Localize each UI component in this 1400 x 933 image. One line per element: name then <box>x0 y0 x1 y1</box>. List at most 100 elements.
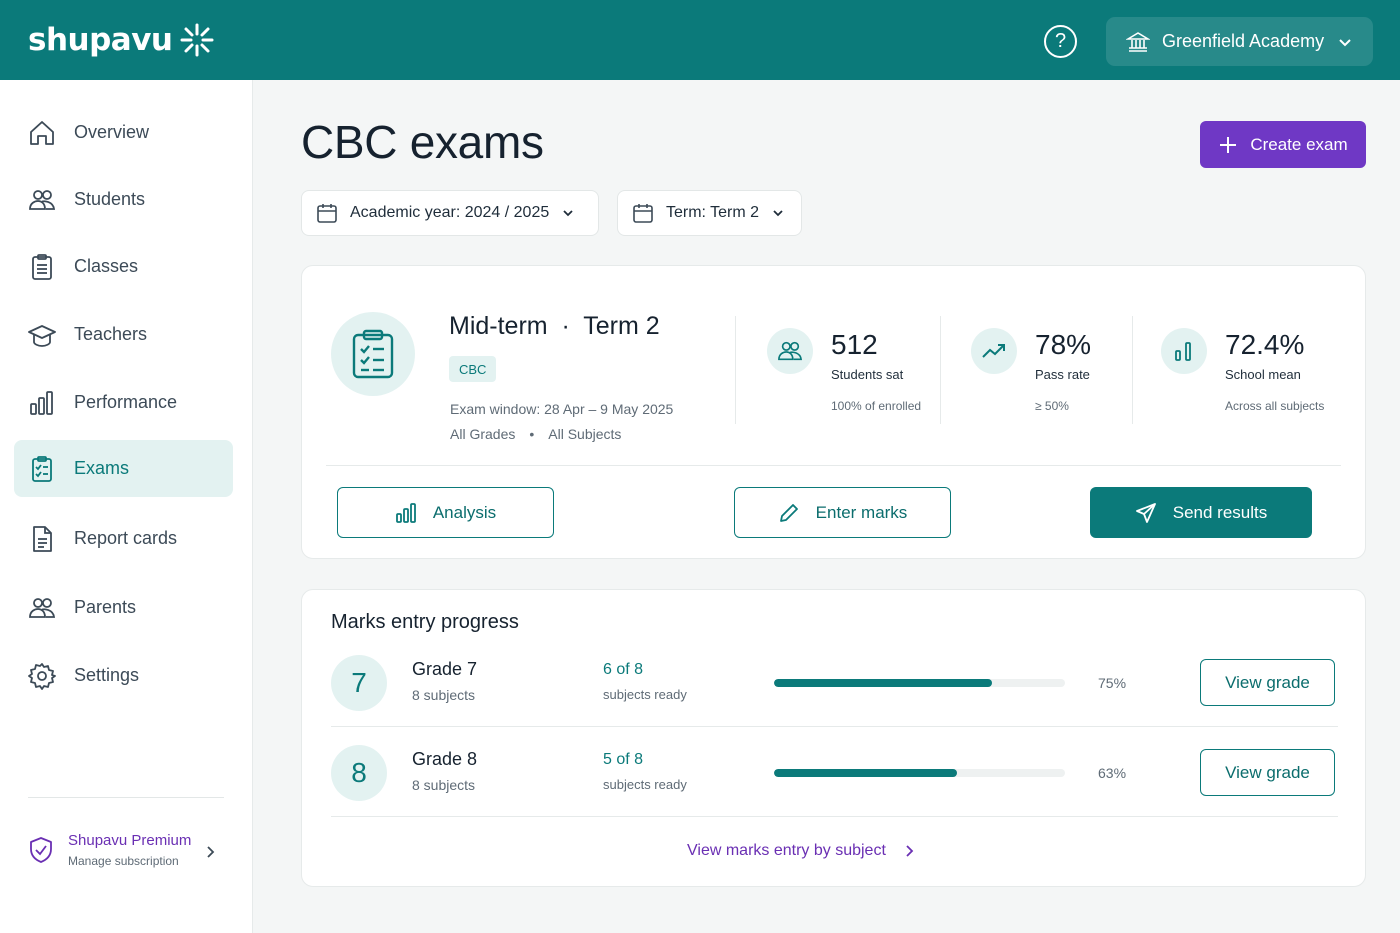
send-results-label: Send results <box>1172 502 1268 522</box>
stat-note: 100% of enrolled <box>831 399 922 413</box>
enter-marks-button[interactable]: Enter marks <box>734 487 951 538</box>
grade-subject-count: 8 subjects <box>412 687 476 703</box>
term-select[interactable]: Term: Term 2 <box>617 190 802 236</box>
view-marks-by-subject-link[interactable]: View marks entry by subject <box>687 842 914 860</box>
calendar-icon <box>317 204 337 223</box>
brand-logo[interactable]: shupavu <box>28 22 214 58</box>
send-results-button[interactable]: Send results <box>1090 487 1312 538</box>
marks-progress-card: Marks entry progress 7 Grade 7 8 subject… <box>301 589 1366 887</box>
exam-subjects: All Subjects <box>548 426 622 442</box>
exam-window: Exam window: 28 Apr – 9 May 2025 <box>450 401 674 417</box>
school-name: Greenfield Academy <box>1162 31 1325 51</box>
bar-chart-icon <box>30 390 53 415</box>
sidebar-item-label: Students <box>74 189 146 209</box>
stat-label: Pass rate <box>1035 367 1090 382</box>
academic-year-select[interactable]: Academic year: 2024 / 2025 <box>301 190 599 236</box>
help-icon[interactable]: ? <box>1044 25 1077 58</box>
sidebar-item-report-cards[interactable]: Report cards <box>14 510 233 567</box>
sidebar-item-label: Parents <box>74 597 137 617</box>
calendar-icon <box>633 204 653 223</box>
stat-label: School mean <box>1225 367 1301 382</box>
sidebar-item-performance[interactable]: Performance <box>14 374 233 431</box>
chevron-down-icon <box>1339 38 1351 46</box>
page-title: CBC exams <box>301 116 544 168</box>
sidebar-item-label: Settings <box>74 665 140 685</box>
sidebar-item-students[interactable]: Students <box>14 171 233 228</box>
section-title: Marks entry progress <box>331 611 519 633</box>
analysis-label: Analysis <box>432 502 497 522</box>
top-bar: shupavu ? Greenfield Academy <box>0 0 1400 80</box>
title-separator: · <box>554 312 584 340</box>
stat-value: 72.4% <box>1225 329 1305 360</box>
stat-note: ≥ 50% <box>1035 399 1069 413</box>
gear-icon <box>28 662 56 690</box>
send-icon <box>1135 502 1156 523</box>
subjects-ready-label: subjects ready <box>603 777 687 792</box>
brand-name: shupavu <box>28 22 173 58</box>
progress-bar-fill <box>774 769 958 777</box>
users-icon <box>767 328 813 374</box>
premium-subscription[interactable]: Shupavu Premium Manage subscription <box>28 832 224 868</box>
clipboard-check-icon <box>32 455 52 482</box>
sidebar-item-overview[interactable]: Overview <box>14 104 233 161</box>
sidebar-item-exams[interactable]: Exams <box>14 440 233 497</box>
subjects-ready-count: 6 of 8 <box>603 661 644 678</box>
bar-chart-icon <box>395 502 416 523</box>
sidebar-item-label: Report cards <box>74 528 178 548</box>
scope-separator: • <box>529 426 535 442</box>
sidebar-item-label: Overview <box>74 122 150 142</box>
grade-number: 8 <box>331 745 387 801</box>
divider <box>735 316 736 424</box>
exam-summary-card: Mid-term · Term 2 CBC Exam window: 28 Ap… <box>301 265 1366 559</box>
progress-bar-fill <box>774 679 993 687</box>
clipboard-list-icon <box>32 253 52 280</box>
sidebar-item-teachers[interactable]: Teachers <box>14 306 233 363</box>
grade-subject-count: 8 subjects <box>412 777 476 793</box>
stat-label: Students sat <box>831 367 904 382</box>
grade-row: 8 Grade 8 8 subjects 5 of 8 subjects rea… <box>331 727 1338 817</box>
stat-note: Across all subjects <box>1225 399 1325 413</box>
grade-name: Grade 7 <box>412 659 478 679</box>
exam-title: Mid-term · Term 2 <box>449 312 660 341</box>
term-value: Term: Term 2 <box>666 204 760 221</box>
sidebar-item-classes[interactable]: Classes <box>14 238 233 295</box>
exam-scope: All Grades • All Subjects <box>450 426 621 442</box>
chevron-down-icon <box>773 210 783 217</box>
sparkle-icon <box>180 23 214 57</box>
academic-year-value: Academic year: 2024 / 2025 <box>350 204 550 221</box>
link-label: View marks entry by subject <box>687 842 886 859</box>
curriculum-badge: CBC <box>449 356 497 382</box>
exam-term: Term 2 <box>583 312 660 340</box>
chevron-right-icon <box>906 845 914 857</box>
enter-marks-label: Enter marks <box>815 502 908 522</box>
stat-value: 512 <box>831 329 878 360</box>
analysis-button[interactable]: Analysis <box>337 487 554 538</box>
view-grade-button[interactable]: View grade <box>1200 659 1335 706</box>
chevron-down-icon <box>563 210 573 217</box>
divider <box>326 465 1341 466</box>
document-icon <box>33 525 52 552</box>
create-exam-label: Create exam <box>1250 134 1348 154</box>
grade-number: 7 <box>331 655 387 711</box>
institution-icon <box>1126 31 1150 52</box>
sidebar-item-settings[interactable]: Settings <box>14 647 233 704</box>
grade-name: Grade 8 <box>412 749 478 769</box>
sidebar: Overview Students Classes Teachers Perfo… <box>0 80 253 933</box>
users-icon <box>29 597 56 618</box>
progress-bar <box>774 679 1065 687</box>
chevron-right-icon <box>207 846 215 858</box>
shield-check-icon <box>30 837 52 863</box>
exam-name: Mid-term <box>449 312 548 340</box>
sidebar-item-label: Performance <box>74 392 178 412</box>
premium-title: Shupavu Premium <box>68 832 192 849</box>
view-grade-button[interactable]: View grade <box>1200 749 1335 796</box>
premium-subtitle: Manage subscription <box>68 854 179 868</box>
subjects-ready-label: subjects ready <box>603 687 687 702</box>
progress-percent: 75% <box>1098 675 1127 691</box>
school-switcher[interactable]: Greenfield Academy <box>1106 17 1373 66</box>
sidebar-item-label: Classes <box>74 256 139 276</box>
sidebar-item-parents[interactable]: Parents <box>14 579 233 636</box>
create-exam-button[interactable]: Create exam <box>1200 121 1366 168</box>
sidebar-item-label: Teachers <box>74 324 148 344</box>
sidebar-divider <box>28 797 224 798</box>
